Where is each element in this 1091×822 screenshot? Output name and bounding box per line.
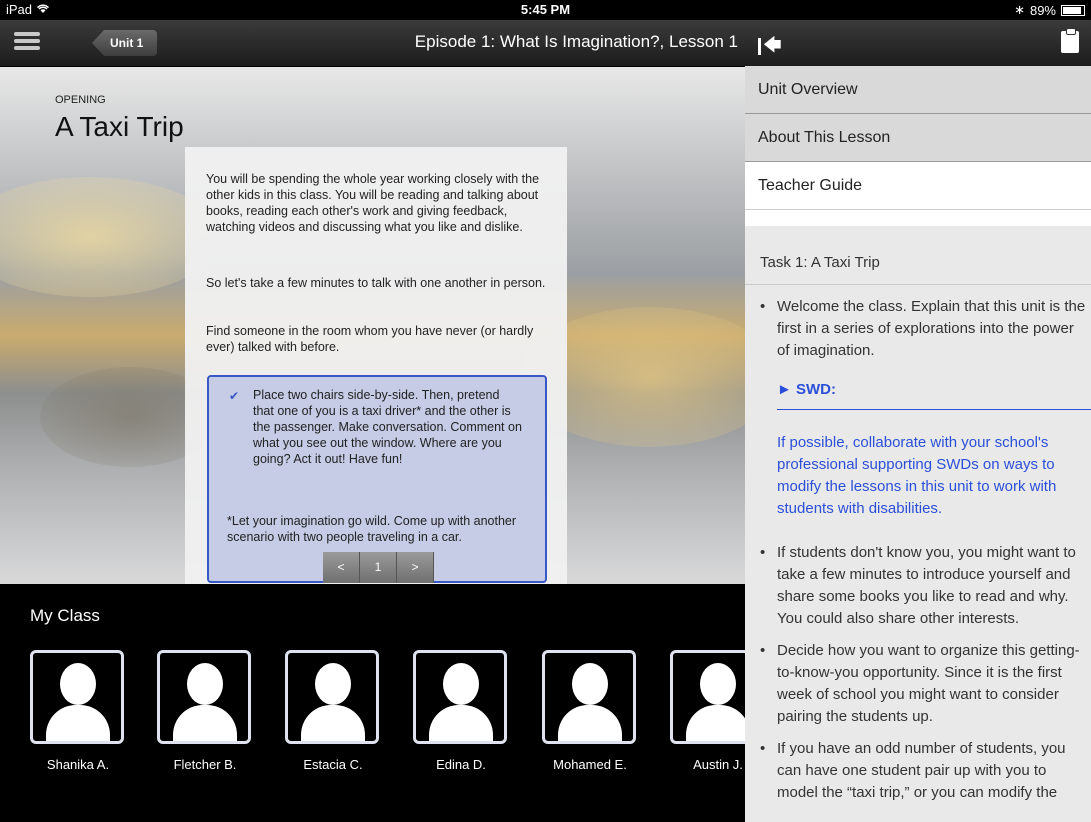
panel-header: 🡄 xyxy=(745,20,1091,66)
lesson-title: A Taxi Trip xyxy=(55,111,184,142)
activity-note: *Let your imagination go wild. Come up w… xyxy=(227,514,517,544)
lesson-card: You will be spending the whole year work… xyxy=(185,147,567,584)
checkmark-icon: ✔ xyxy=(229,389,240,403)
student-name: Estacia C. xyxy=(303,757,363,772)
swd-text: If possible, collaborate with your schoo… xyxy=(777,434,1057,517)
teacher-panel: 🡄 Unit Overview About This Lesson Teache… xyxy=(745,20,1091,822)
avatar-icon xyxy=(285,650,379,744)
guide-bullet: Decide how you want to organize this get… xyxy=(777,642,1080,725)
lesson-area: OPENING A Taxi Trip You will be spending… xyxy=(0,67,745,584)
activity-text: Place two chairs side-by-side. Then, pre… xyxy=(253,388,522,466)
avatar-icon xyxy=(413,650,507,744)
activity-box: ✔ Place two chairs side-by-side. Then, p… xyxy=(207,375,547,583)
nav-bar: Unit 1 Episode 1: What Is Imagination?, … xyxy=(0,20,745,67)
guide-bullet: If students don't know you, you might wa… xyxy=(777,544,1076,627)
pager-prev-button[interactable]: < xyxy=(323,552,360,583)
student-card[interactable]: Fletcher B. xyxy=(157,650,253,772)
task-title: Task 1: A Taxi Trip xyxy=(760,254,880,271)
divider xyxy=(777,409,1091,410)
student-card[interactable]: Edina D. xyxy=(413,650,509,772)
battery-percent: 89% xyxy=(1029,2,1056,18)
pager-page-number: 1 xyxy=(360,552,397,583)
pager-next-button[interactable]: > xyxy=(397,552,434,583)
guide-bullet: Welcome the class. Explain that this uni… xyxy=(777,298,1086,359)
collapse-panel-icon[interactable]: 🡄 xyxy=(758,33,782,63)
bluetooth-icon: ∗ xyxy=(1014,2,1025,17)
bullet-icon: • xyxy=(760,544,766,561)
bullet-icon: • xyxy=(760,642,766,659)
student-name: Fletcher B. xyxy=(173,757,237,772)
my-class-section: My Class Shanika A. Fletcher B. Estacia … xyxy=(0,584,764,822)
panel-item-unit-overview[interactable]: Unit Overview xyxy=(745,66,1091,114)
guide-bullet: If you have an odd number of students, y… xyxy=(777,740,1066,801)
lesson-paragraph: So let's take a few minutes to talk with… xyxy=(206,276,546,290)
swd-toggle[interactable]: ► SWD: xyxy=(777,381,836,398)
section-label: OPENING xyxy=(55,94,106,106)
avatar-icon xyxy=(542,650,636,744)
student-name: Edina D. xyxy=(436,757,486,772)
clipboard-icon[interactable] xyxy=(1061,28,1079,53)
pager: < 1 > xyxy=(323,552,434,583)
divider xyxy=(745,284,1091,285)
panel-item-teacher-guide[interactable]: Teacher Guide xyxy=(745,162,1091,210)
bullet-icon: • xyxy=(760,298,766,315)
panel-item-about-lesson[interactable]: About This Lesson xyxy=(745,114,1091,162)
teacher-guide-content: Task 1: A Taxi Trip • Welcome the class.… xyxy=(745,226,1091,822)
student-name: Shanika A. xyxy=(46,757,110,772)
student-card[interactable]: Shanika A. xyxy=(30,650,126,772)
unit-back-button[interactable]: Unit 1 xyxy=(92,30,158,56)
lesson-paragraph: You will be spending the whole year work… xyxy=(206,172,540,234)
my-class-title: My Class xyxy=(30,606,100,625)
avatar-icon xyxy=(157,650,251,744)
avatar-icon xyxy=(30,650,124,744)
status-bar: iPad 5:45 PM ∗ 89% xyxy=(0,0,1091,20)
menu-icon[interactable] xyxy=(14,32,40,54)
student-name: Mohamed E. xyxy=(553,757,627,772)
lesson-paragraph: Find someone in the room whom you have n… xyxy=(206,324,534,354)
bullet-icon: • xyxy=(760,740,766,757)
student-card[interactable]: Estacia C. xyxy=(285,650,381,772)
page-title: Episode 1: What Is Imagination?, Lesson … xyxy=(414,32,738,51)
student-card[interactable]: Mohamed E. xyxy=(542,650,638,772)
clock: 5:45 PM xyxy=(520,2,571,17)
battery-icon xyxy=(1061,4,1085,16)
